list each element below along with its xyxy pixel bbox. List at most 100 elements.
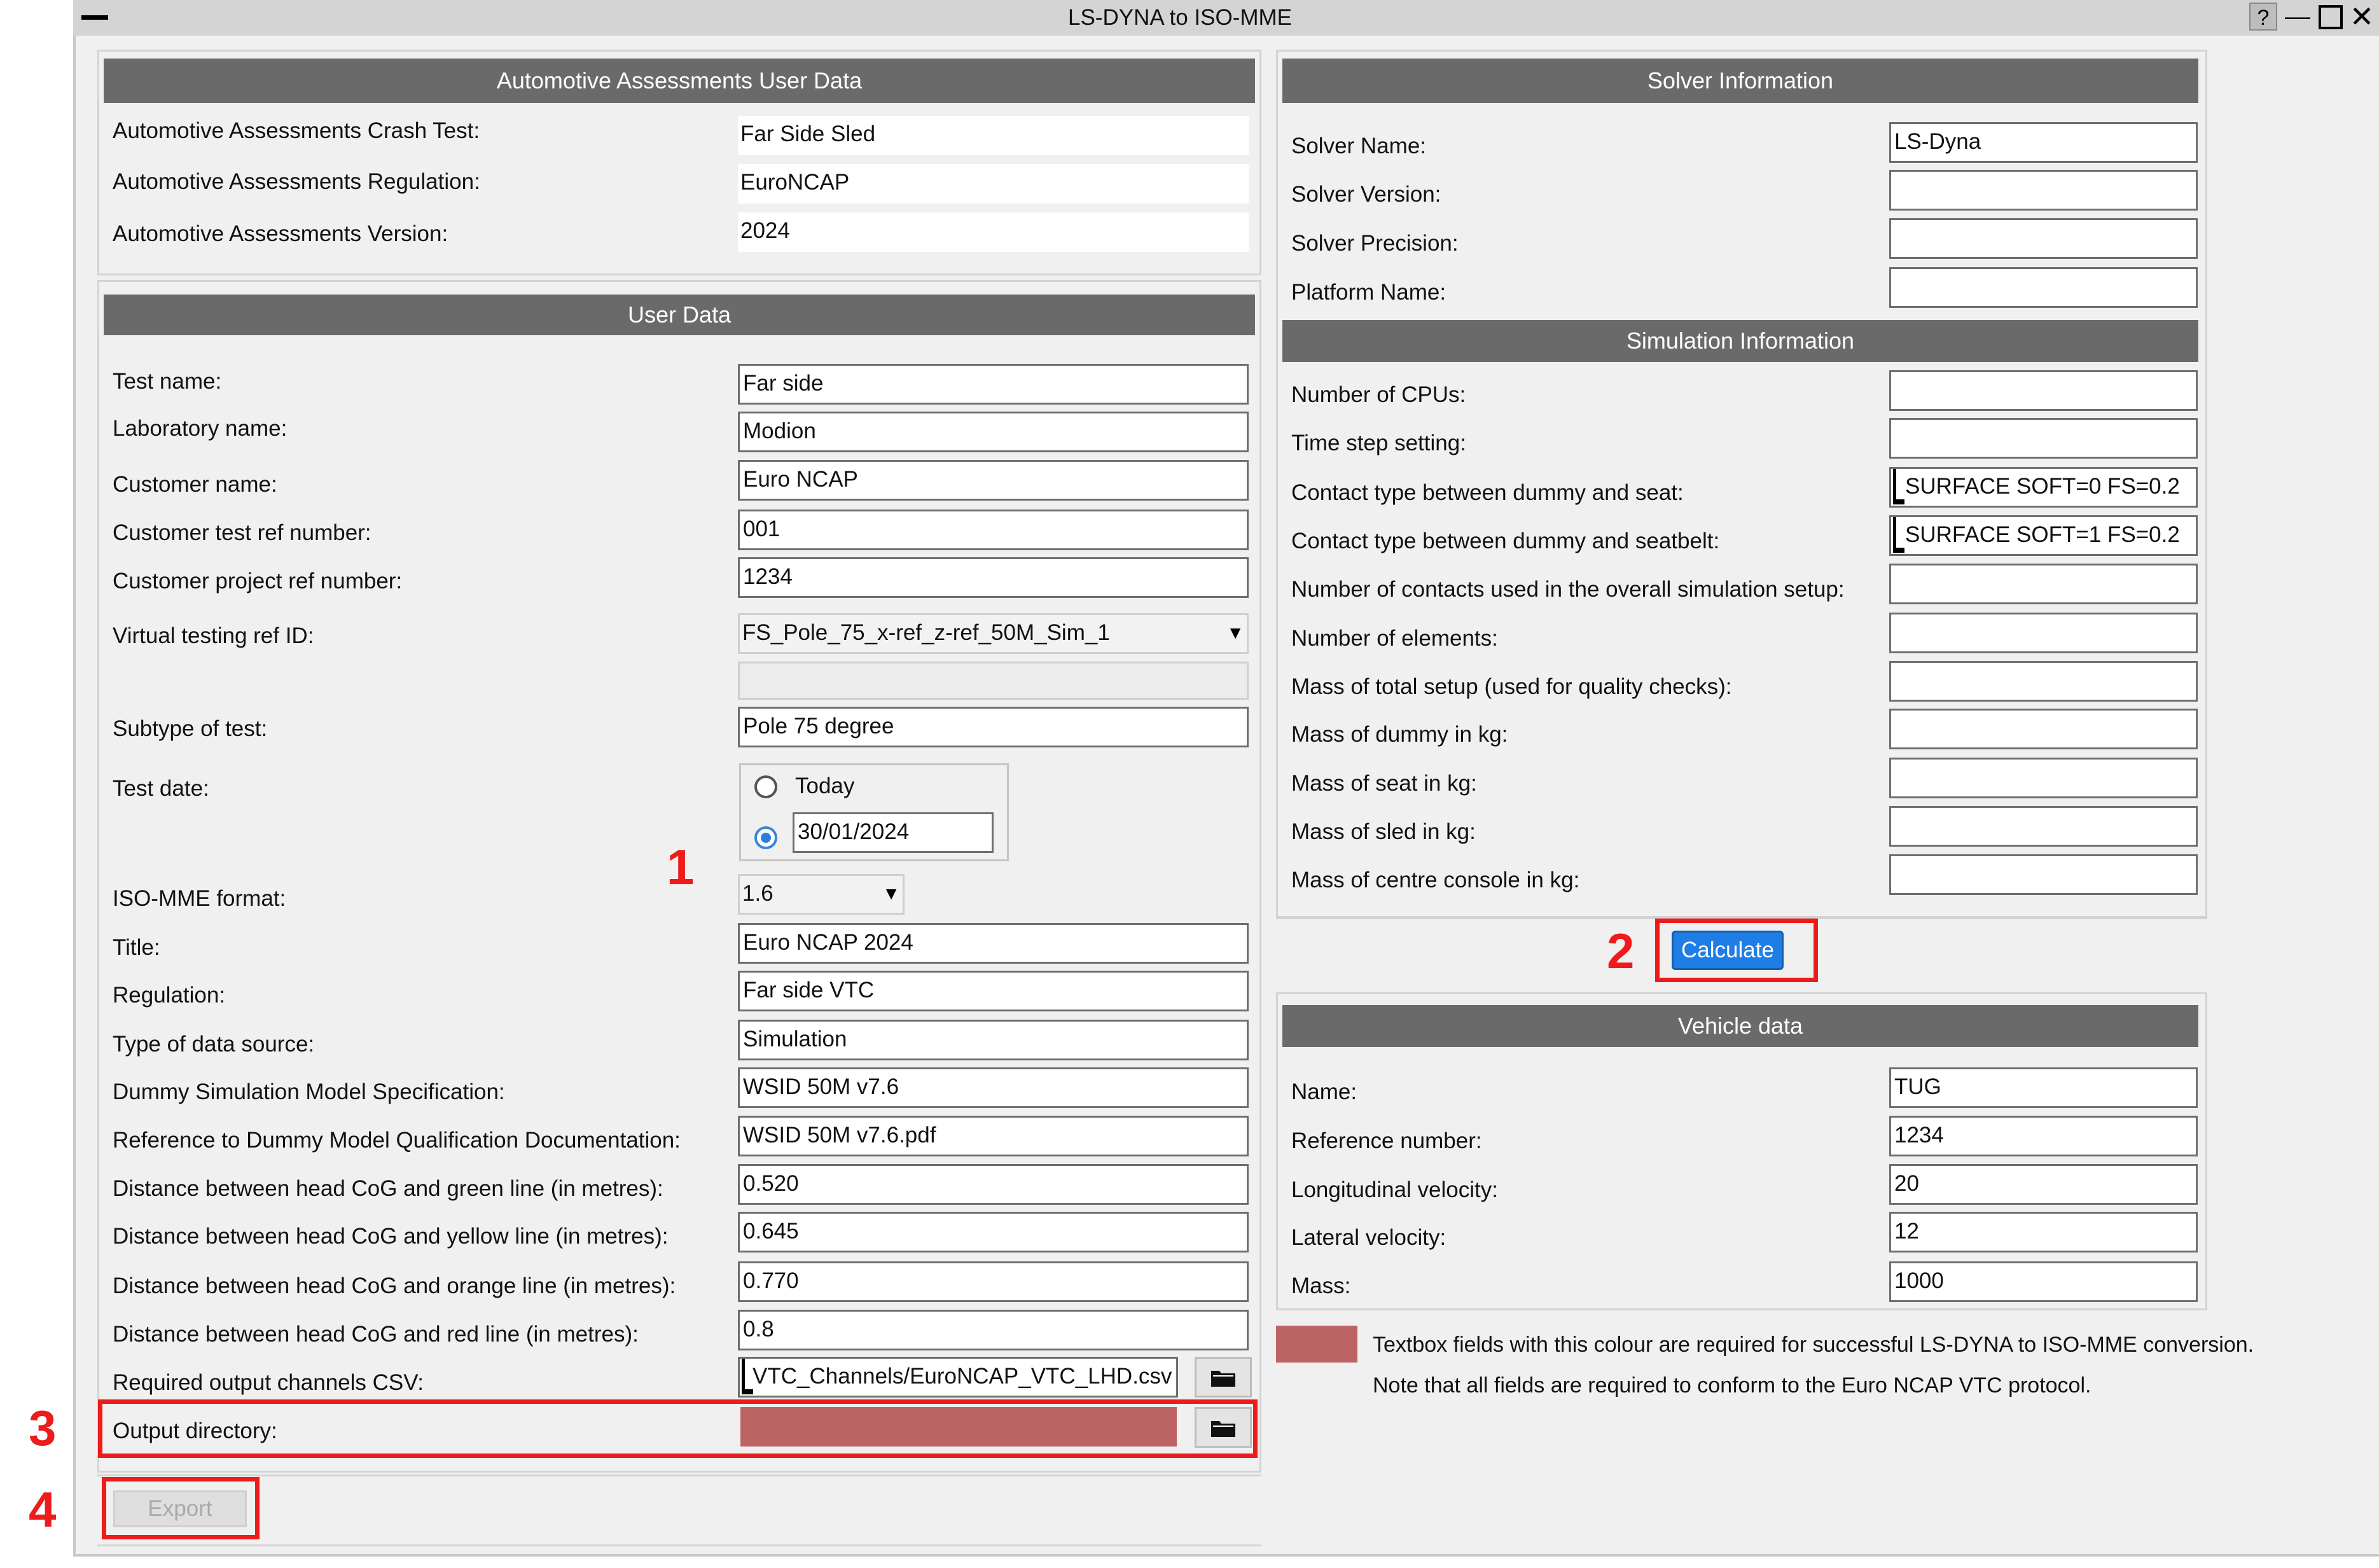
vehicle-mass-field[interactable]: 1000 [1889, 1261, 2198, 1302]
text-cursor-marker [1893, 469, 1896, 502]
virtual-testing-ref-dropdown[interactable]: FS_Pole_75_x-ref_z-ref_50M_Sim_1 ▼ [738, 613, 1249, 654]
platform-name-field[interactable] [1889, 267, 2198, 308]
regulation-user-label: Regulation: [113, 983, 226, 1008]
vehicle-header: Vehicle data [1282, 1005, 2198, 1047]
yellow-line-label: Distance between head CoG and yellow lin… [113, 1224, 669, 1249]
contact-belt-label: Contact type between dummy and seatbelt: [1291, 529, 1720, 553]
mass-console-label: Mass of centre console in kg: [1291, 868, 1580, 892]
lateral-velocity-field[interactable]: 12 [1889, 1212, 2198, 1252]
test-date-field[interactable]: 30/01/2024 [793, 812, 994, 853]
folder-icon [1211, 1371, 1235, 1387]
num-contacts-field[interactable] [1889, 564, 2198, 604]
iso-mme-format-dropdown[interactable]: 1.6 ▼ [738, 874, 905, 915]
mass-seat-field[interactable] [1889, 758, 2198, 798]
longitudinal-velocity-field[interactable]: 20 [1889, 1164, 2198, 1205]
solver-precision-field[interactable] [1889, 218, 2198, 259]
mass-total-field[interactable] [1889, 661, 2198, 702]
annotation-number-2: 2 [1607, 923, 1635, 979]
close-button[interactable]: ✕ [2347, 2, 2376, 31]
contact-seat-label: Contact type between dummy and seat: [1291, 480, 1684, 505]
orange-line-field[interactable]: 0.770 [738, 1261, 1249, 1302]
dummy-spec-label: Dummy Simulation Model Specification: [113, 1079, 505, 1104]
data-source-label: Type of data source: [113, 1032, 315, 1057]
dummy-spec-field[interactable]: WSID 50M v7.6 [738, 1067, 1249, 1108]
assessments-header: Automotive Assessments User Data [104, 59, 1255, 103]
title-field[interactable]: Euro NCAP 2024 [738, 923, 1249, 964]
vehicle-ref-field[interactable]: 1234 [1889, 1116, 2198, 1156]
text-cursor-marker [1893, 499, 1904, 504]
text-cursor-marker [1893, 517, 1896, 550]
data-source-field[interactable]: Simulation [738, 1020, 1249, 1060]
customer-project-ref-field[interactable]: 1234 [738, 557, 1249, 598]
num-elements-field[interactable] [1889, 613, 2198, 653]
text-cursor-marker [742, 1359, 745, 1392]
annotation-box-export [102, 1477, 260, 1539]
regulation-field[interactable]: Far side VTC [738, 971, 1249, 1011]
vehicle-name-field[interactable]: TUG [1889, 1067, 2198, 1108]
mass-seat-label: Mass of seat in kg: [1291, 771, 1477, 796]
customer-name-field[interactable]: Euro NCAP [738, 460, 1249, 501]
iso-mme-format-value: 1.6 [742, 881, 773, 906]
customer-name-label: Customer name: [113, 472, 277, 497]
today-label: Today [795, 774, 855, 798]
lab-name-label: Laboratory name: [113, 416, 288, 441]
dropdown-arrow-icon: ▼ [1226, 623, 1244, 642]
solver-name-field[interactable]: LS-Dyna [1889, 122, 2198, 163]
customer-project-ref-label: Customer project ref number: [113, 569, 403, 593]
mass-console-field[interactable] [1889, 854, 2198, 895]
contact-seat-field[interactable]: SURFACE SOFT=0 FS=0.2 [1889, 467, 2198, 508]
subtype-field[interactable]: Pole 75 degree [738, 707, 1249, 747]
today-radio[interactable] [754, 775, 777, 798]
vehicle-name-label: Name: [1291, 1079, 1357, 1104]
red-line-label: Distance between head CoG and red line (… [113, 1322, 639, 1347]
title-label: Title: [113, 935, 160, 960]
customer-test-ref-field[interactable]: 001 [738, 510, 1249, 550]
green-line-field[interactable]: 0.520 [738, 1164, 1249, 1205]
crash-test-label: Automotive Assessments Crash Test: [113, 118, 480, 143]
legend-line-1: Textbox fields with this colour are requ… [1373, 1333, 2254, 1357]
time-step-label: Time step setting: [1291, 431, 1466, 455]
platform-name-label: Platform Name: [1291, 280, 1446, 305]
iso-mme-format-label: ISO-MME format: [113, 886, 286, 911]
dropdown-arrow-icon: ▼ [882, 884, 900, 903]
minimize-button[interactable]: — [2285, 3, 2310, 31]
test-name-field[interactable]: Far side [738, 364, 1249, 405]
solver-header: Solver Information [1282, 59, 2198, 103]
mass-dummy-label: Mass of dummy in kg: [1291, 722, 1508, 747]
yellow-line-field[interactable]: 0.645 [738, 1212, 1249, 1252]
annotation-number-3: 3 [29, 1400, 57, 1456]
solver-version-field[interactable] [1889, 170, 2198, 211]
regulation-value: EuroNCAP [738, 164, 1249, 204]
channels-csv-field[interactable]: VTC_Channels/EuroNCAP_VTC_LHD.csv [738, 1357, 1178, 1398]
lab-name-field[interactable]: Modion [738, 412, 1249, 452]
channels-browse-button[interactable] [1195, 1357, 1252, 1398]
export-separator [97, 1474, 1261, 1476]
mass-sled-field[interactable] [1889, 806, 2198, 847]
mass-sled-label: Mass of sled in kg: [1291, 819, 1476, 844]
solver-name-label: Solver Name: [1291, 134, 1427, 158]
annotation-number-4: 4 [29, 1481, 57, 1537]
annotation-box-output-directory [98, 1399, 1258, 1458]
dummy-doc-label: Reference to Dummy Model Qualification D… [113, 1128, 681, 1153]
help-button[interactable]: ? [2249, 3, 2277, 31]
test-name-label: Test name: [113, 369, 222, 394]
longitudinal-velocity-label: Longitudinal velocity: [1291, 1177, 1498, 1202]
mass-dummy-field[interactable] [1889, 709, 2198, 749]
contact-belt-field[interactable]: SURFACE SOFT=1 FS=0.2 [1889, 515, 2198, 556]
simulation-header: Simulation Information [1282, 320, 2198, 362]
time-step-field[interactable] [1889, 418, 2198, 459]
dummy-doc-field[interactable]: WSID 50M v7.6.pdf [738, 1116, 1249, 1156]
date-radio-dot [761, 833, 771, 843]
maximize-button[interactable] [2319, 5, 2343, 29]
red-line-field[interactable]: 0.8 [738, 1310, 1249, 1350]
orange-line-label: Distance between head CoG and orange lin… [113, 1273, 676, 1298]
num-contacts-label: Number of contacts used in the overall s… [1291, 577, 1845, 602]
channels-csv-label: Required output channels CSV: [113, 1370, 424, 1395]
text-cursor-marker [1893, 548, 1904, 553]
num-elements-label: Number of elements: [1291, 626, 1498, 651]
version-value: 2024 [738, 212, 1249, 252]
user-data-header: User Data [104, 295, 1255, 335]
num-cpus-field[interactable] [1889, 370, 2198, 411]
vehicle-mass-label: Mass: [1291, 1273, 1351, 1298]
solver-version-label: Solver Version: [1291, 182, 1441, 207]
